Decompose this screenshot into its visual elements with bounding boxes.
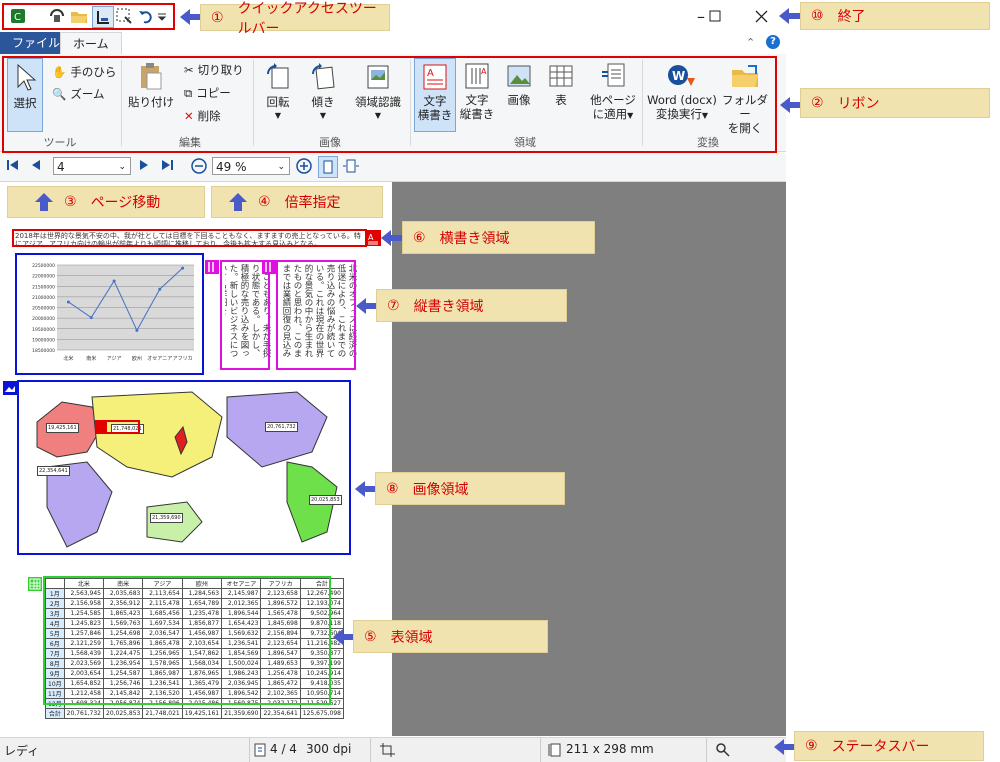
callout-ribbon: ② リボン: [800, 88, 990, 118]
callout-label: 横書き領域: [439, 230, 510, 247]
status-separator: [249, 738, 250, 762]
status-page-count: 4 / 4: [270, 742, 297, 756]
callout-qat: ① クイックアクセスツールバー: [200, 1, 390, 37]
callout-image-region: ⑧ 画像領域: [375, 472, 565, 505]
map-image-region-box[interactable]: [17, 380, 351, 555]
callout-number: ⑩: [811, 8, 824, 24]
zoom-combo[interactable]: 49 % ⌄: [212, 157, 290, 175]
callout-label: 表領域: [390, 629, 433, 646]
title-bar: C –: [0, 0, 786, 32]
callout-arrow-10: [779, 8, 801, 24]
qat-highlight: [2, 3, 175, 30]
vertical-region-marker-icon: [205, 260, 219, 274]
horizontal-region-box[interactable]: [12, 229, 367, 247]
callout-exit: ⑩ 終了: [800, 2, 990, 30]
navigation-bar: 4 ⌄ 49 % ⌄: [0, 153, 786, 182]
image-region-marker-icon: [3, 381, 17, 395]
chevron-down-icon: ⌄: [118, 162, 126, 172]
status-zoom-icon[interactable]: [716, 743, 730, 760]
table-cell: 19,425,161: [181, 708, 223, 719]
last-page-icon[interactable]: [161, 159, 173, 174]
tab-home[interactable]: ホーム: [60, 32, 122, 55]
vertical-region-marker-icon: [262, 260, 276, 274]
status-ready: レディ: [4, 744, 40, 758]
callout-arrow-9: [774, 739, 796, 755]
callout-arrow-7: [356, 298, 378, 314]
callout-arrow-6: [381, 230, 403, 246]
callout-zoom: ④ 倍率指定: [211, 186, 383, 218]
table-cell: 20,025,853: [102, 708, 144, 719]
vertical-region-box-1[interactable]: [220, 260, 270, 370]
callout-arrow-5: [333, 629, 355, 645]
table-row: 合計 20,761,732 20,025,853 21,748,021 19,425,1…: [45, 708, 344, 719]
next-page-icon[interactable]: [139, 159, 149, 174]
page-number-value: 4: [57, 160, 65, 174]
page-number-combo[interactable]: 4 ⌄: [53, 157, 131, 175]
ribbon-tabs: ファイル ホーム ⌃ ?: [0, 32, 786, 55]
table-cell: 合計: [45, 708, 65, 719]
status-separator: [370, 738, 371, 762]
callout-label: 画像領域: [412, 481, 469, 498]
callout-number: ④: [258, 194, 271, 210]
page-count-icon: [254, 743, 266, 760]
status-separator: [706, 738, 707, 762]
callout-label: ページ移動: [90, 195, 161, 211]
svg-text:A: A: [368, 233, 374, 242]
callout-number: ⑨: [805, 738, 818, 754]
fit-page-icon[interactable]: [318, 156, 338, 178]
table-region-box[interactable]: [43, 576, 331, 705]
callout-horizontal-region: ⑥ 横書き領域: [402, 221, 595, 254]
prev-page-icon[interactable]: [31, 159, 41, 174]
callout-label: 縦書き領域: [413, 298, 484, 315]
status-bar: レディ 4 / 4 300 dpi 211 x 298 mm: [0, 737, 786, 762]
callout-label: クイックアクセスツールバー: [237, 0, 377, 37]
arrow-up-icon: [35, 193, 53, 211]
callout-arrow-1: [180, 9, 202, 25]
callout-arrow-8: [355, 481, 377, 497]
map-text-marker-icon: [95, 421, 107, 433]
callout-number: ①: [211, 9, 224, 26]
chevron-down-icon: ⌄: [277, 162, 285, 172]
status-page-size: 211 x 298 mm: [566, 742, 654, 756]
callout-status-bar: ⑨ ステータスバー: [794, 731, 984, 761]
zoom-value: 49 %: [216, 160, 247, 174]
callout-label: 倍率指定: [284, 195, 341, 211]
table-cell: 21,359,690: [221, 708, 262, 719]
callout-number: ②: [811, 95, 824, 111]
status-dpi: 300 dpi: [306, 742, 352, 756]
vertical-region-box-2[interactable]: [276, 260, 356, 370]
callout-number: ③: [64, 194, 77, 210]
zoom-out-icon[interactable]: [191, 158, 207, 177]
table-region-marker-icon: [28, 577, 42, 591]
callout-label: 終了: [837, 9, 866, 25]
status-separator: [540, 738, 541, 762]
callout-number: ⑥: [413, 229, 426, 246]
callout-arrow-2: [780, 97, 802, 113]
fit-width-icon[interactable]: [342, 157, 360, 178]
zoom-in-icon[interactable]: [296, 158, 312, 177]
ribbon-highlight: [2, 56, 777, 153]
table-cell: 22,354,641: [260, 708, 301, 719]
maximize-button[interactable]: [700, 4, 730, 28]
page-size-icon: [548, 743, 562, 760]
table-cell: 21,748,021: [142, 708, 183, 719]
callout-number: ⑦: [387, 297, 400, 314]
chart-image-region-box[interactable]: [15, 253, 204, 375]
crop-icon: [380, 743, 396, 760]
arrow-up-icon: [229, 193, 247, 211]
callout-number: ⑤: [364, 628, 377, 645]
table-cell: 125,675,098: [299, 708, 344, 719]
callout-label: リボン: [837, 96, 880, 112]
collapse-ribbon-icon[interactable]: ⌃: [746, 36, 755, 49]
callout-number: ⑧: [386, 480, 399, 497]
callout-vertical-region: ⑦ 縦書き領域: [376, 289, 567, 322]
help-icon[interactable]: ?: [766, 35, 780, 49]
callout-table-region: ⑤ 表領域: [353, 620, 548, 653]
table-cell: 20,761,732: [63, 708, 105, 719]
callout-page-move: ③ ページ移動: [7, 186, 205, 218]
callout-label: ステータスバー: [831, 739, 930, 755]
horizontal-region-marker-icon: A: [365, 230, 381, 246]
first-page-icon[interactable]: [7, 159, 19, 174]
close-button[interactable]: [746, 4, 776, 28]
